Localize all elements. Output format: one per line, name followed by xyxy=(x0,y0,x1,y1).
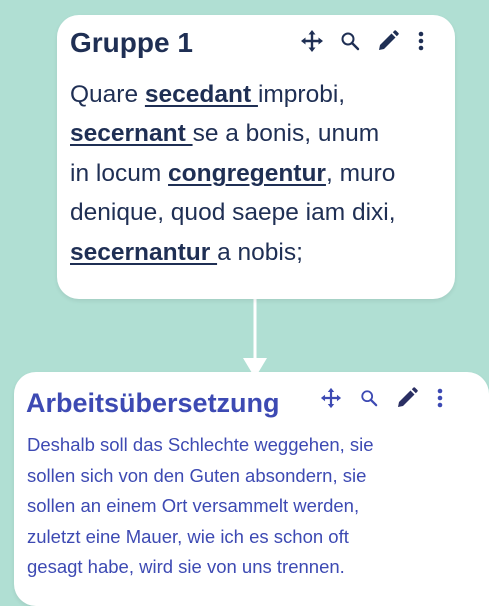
edit-icon[interactable] xyxy=(394,385,420,411)
vocab-link-secernantur[interactable]: secernantur xyxy=(70,239,217,266)
more-vertical-icon[interactable] xyxy=(432,385,448,411)
latin-text-segment: a nobis; xyxy=(217,238,303,266)
move-icon[interactable] xyxy=(299,28,325,54)
translation-passage: Deshalb soll das Schlechte weggehen, sie… xyxy=(27,430,482,583)
translation-line: Deshalb soll das Schlechte weggehen, sie xyxy=(27,434,374,455)
group-card: Gruppe 1 Quare secedant improbi, secerna… xyxy=(57,15,455,299)
latin-text-segment: improbi, xyxy=(257,81,346,108)
vocab-link-secedant[interactable]: secedant xyxy=(145,81,258,108)
connector-arrow xyxy=(243,296,267,378)
vocab-link-congregentur[interactable]: congregentur xyxy=(168,160,326,187)
translation-line: sollen sich von den Guten absondern, sie xyxy=(27,464,367,486)
translation-card-toolbar xyxy=(318,384,448,412)
translation-card: Arbeitsübersetzung Deshalb soll das Schl… xyxy=(14,372,489,606)
latin-text-segment: se a bonis, unum xyxy=(192,120,380,148)
latin-text-segment: , muro xyxy=(325,159,396,187)
group-card-toolbar xyxy=(299,27,429,55)
translation-line: zuletzt eine Mauer, wie ich es schon oft xyxy=(27,525,349,547)
translation-card-title: Arbeitsübersetzung xyxy=(26,388,280,418)
more-vertical-icon[interactable] xyxy=(413,28,429,54)
search-icon[interactable] xyxy=(337,28,363,54)
latin-text-segment: Quare xyxy=(70,81,145,108)
translation-line: gesagt habe, wird sie von uns trennen. xyxy=(27,556,345,578)
group-card-title: Gruppe 1 xyxy=(70,27,193,58)
vocab-link-secernant[interactable]: secernant xyxy=(70,120,193,147)
latin-text-segment: in locum xyxy=(70,159,169,187)
search-icon[interactable] xyxy=(356,385,382,411)
latin-passage: Quare secedant improbi, secernant se a bo… xyxy=(70,75,450,272)
latin-text-segment: denique, quod saepe iam dixi, xyxy=(70,199,396,227)
translation-line: sollen an einem Ort versammelt werden, xyxy=(27,495,360,517)
move-icon[interactable] xyxy=(318,385,344,411)
edit-icon[interactable] xyxy=(375,28,401,54)
